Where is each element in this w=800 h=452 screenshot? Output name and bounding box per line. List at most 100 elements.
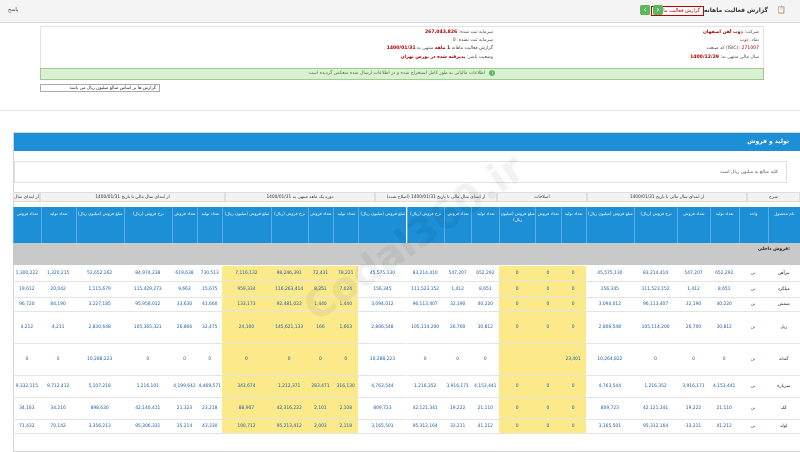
table-cell: 2,108: [333, 398, 359, 420]
table-cell: 343,674: [222, 376, 271, 398]
table-cell: 70,142: [40, 420, 76, 434]
table-cell: 19,222: [443, 398, 472, 420]
table-cell: 21,110: [709, 398, 739, 420]
table-cell: 95,958,012: [123, 298, 172, 312]
table-cell: 7,116,132: [222, 266, 271, 282]
table-cell: 95,312,164: [406, 420, 444, 434]
header-description: شرح: [747, 192, 800, 202]
table-cell: 111,523,152: [406, 282, 444, 298]
table-cell: 26,700: [443, 312, 472, 344]
column-header: مبلغ فروش (میلیون ریال): [222, 207, 271, 243]
table-cell: 34,216: [40, 398, 76, 420]
table-cell: 0: [709, 344, 739, 376]
table-cell: 0: [499, 266, 536, 282]
table-cell: 2,806,548: [358, 312, 407, 344]
table-cell: 105,114,200: [406, 312, 444, 344]
table-cell: 0: [499, 282, 536, 298]
product-name-cell: کک: [767, 398, 800, 420]
table-cell: [499, 344, 536, 376]
table-cell: 4,153,441: [471, 376, 500, 398]
table-cell: 96,113,407: [406, 298, 444, 312]
table-cell: 0: [535, 398, 561, 420]
table-cell: 652,292: [471, 266, 500, 282]
table-cell: 8,651: [709, 282, 739, 298]
table-cell: 83,214,410: [406, 266, 444, 282]
product-name-cell: شمش: [767, 298, 800, 312]
symbol-value: ذوب: [740, 38, 749, 43]
table-cell: 1,663: [333, 312, 359, 344]
company-info-panel: شرکت: ذوب آهن اصفهان نماد: ذوب کد صنعت (…: [40, 26, 764, 70]
symbol-label: نماد:: [750, 38, 759, 43]
product-name-cell: ریل: [767, 312, 800, 344]
company-name: ذوب آهن اصفهان: [702, 30, 743, 35]
table-cell: 30,812: [709, 312, 739, 344]
table-cell: 2,101: [307, 398, 334, 420]
table-cell: 0: [499, 312, 536, 344]
table-cell: 0: [40, 344, 76, 376]
table-cell: 95,306,331: [123, 420, 172, 434]
table-cell: 96,113,407: [633, 298, 678, 312]
table-cell: تن: [738, 376, 768, 398]
report-select[interactable]: گزارش ها بر اساس مبالغ میلیون ریال می با…: [40, 84, 160, 92]
document-icon: 📋: [777, 6, 786, 14]
table-cell: [535, 344, 561, 376]
table-cell: 3,227,185: [75, 298, 124, 312]
table-cell: 190,712: [222, 420, 271, 434]
product-name-cell: سرباره: [767, 376, 800, 398]
header-group-ytd-total: از ابتدای سال مالی تا تاریخ 1400/01/31: [40, 192, 225, 202]
table-cell: 3,094,012: [358, 298, 407, 312]
table-cell: 10,288,223: [358, 344, 407, 376]
next-button[interactable]: ›: [653, 5, 663, 15]
status-label: وضعیت ناشر:: [466, 55, 493, 60]
fiscal-year-label: سال مالی منتهی به:: [720, 55, 759, 60]
table-cell: 19,612: [13, 282, 41, 298]
table-cell: 10,288,223: [75, 344, 124, 376]
table-cell: 1,412: [677, 282, 710, 298]
table-cell: 23,401: [560, 344, 586, 376]
table-cell: 10,264,822: [585, 344, 634, 376]
table-cell: 3,165,501: [585, 420, 634, 434]
table-cell: 9,332,115: [13, 376, 41, 398]
header-group-corrections: اصلاحات: [497, 192, 587, 202]
table-cell: 0: [560, 282, 586, 298]
table-cell: 15,675: [197, 282, 223, 298]
table-cell: 0: [535, 420, 561, 434]
column-header: نرخ فروش (ریال): [406, 207, 444, 243]
table-cell: 35,214: [171, 420, 198, 434]
code-value: 271007: [741, 46, 759, 51]
table-cell: 34,163: [13, 398, 41, 420]
column-header: نام محصول: [767, 207, 800, 243]
column-header: تعداد فروش: [307, 207, 334, 243]
table-cell: 33,211: [677, 420, 710, 434]
table-cell: 0: [560, 420, 586, 434]
table-cell: 40,220: [709, 298, 739, 312]
column-header: مبلغ فروش (میلیون ریال): [585, 207, 634, 243]
reply-link[interactable]: پاسخ: [8, 7, 18, 13]
capital-label: سرمایه ثبت شده:: [458, 30, 493, 35]
table-cell: 26,700: [677, 312, 710, 344]
table-cell: 1,115,679: [75, 282, 124, 298]
column-header: تعداد تولید: [560, 207, 586, 243]
unregistered-capital-label: سرمایه ثبت نشده:: [457, 38, 493, 43]
table-cell: 115,429,273: [123, 282, 172, 298]
table-cell: 33,211: [443, 420, 472, 434]
group-row-domestic: فروش داخلی:: [13, 243, 800, 265]
table-cell: 78,221: [333, 266, 359, 282]
table-cell: 88,907: [222, 398, 271, 420]
group-label: فروش داخلی:: [757, 247, 790, 252]
company-label: شرکت:: [744, 30, 759, 35]
table-cell: 1,320,215: [40, 266, 76, 282]
header-group-ytd-corrected: از ابتدای سال مالی تا تاریخ 1400/01/31 (…: [375, 192, 497, 202]
table-cell: 0: [123, 344, 172, 376]
table-cell: 0: [499, 376, 536, 398]
table-cell: 23,218: [197, 398, 223, 420]
previous-button[interactable]: ‹: [640, 5, 650, 15]
table-cell: 71,432: [13, 420, 41, 434]
table-cell: 43,330: [197, 420, 223, 434]
table-cell: 4,763,544: [358, 376, 407, 398]
table-cell: 105,114,200: [633, 312, 678, 344]
column-header: تعداد فروش: [171, 207, 198, 243]
table-cell: تن: [738, 312, 768, 344]
top-bar: 📋 گزارش فعالیت ماهانه گزارش فعالیت ماهان…: [0, 0, 800, 23]
table-cell: 95,213,412: [270, 420, 308, 434]
